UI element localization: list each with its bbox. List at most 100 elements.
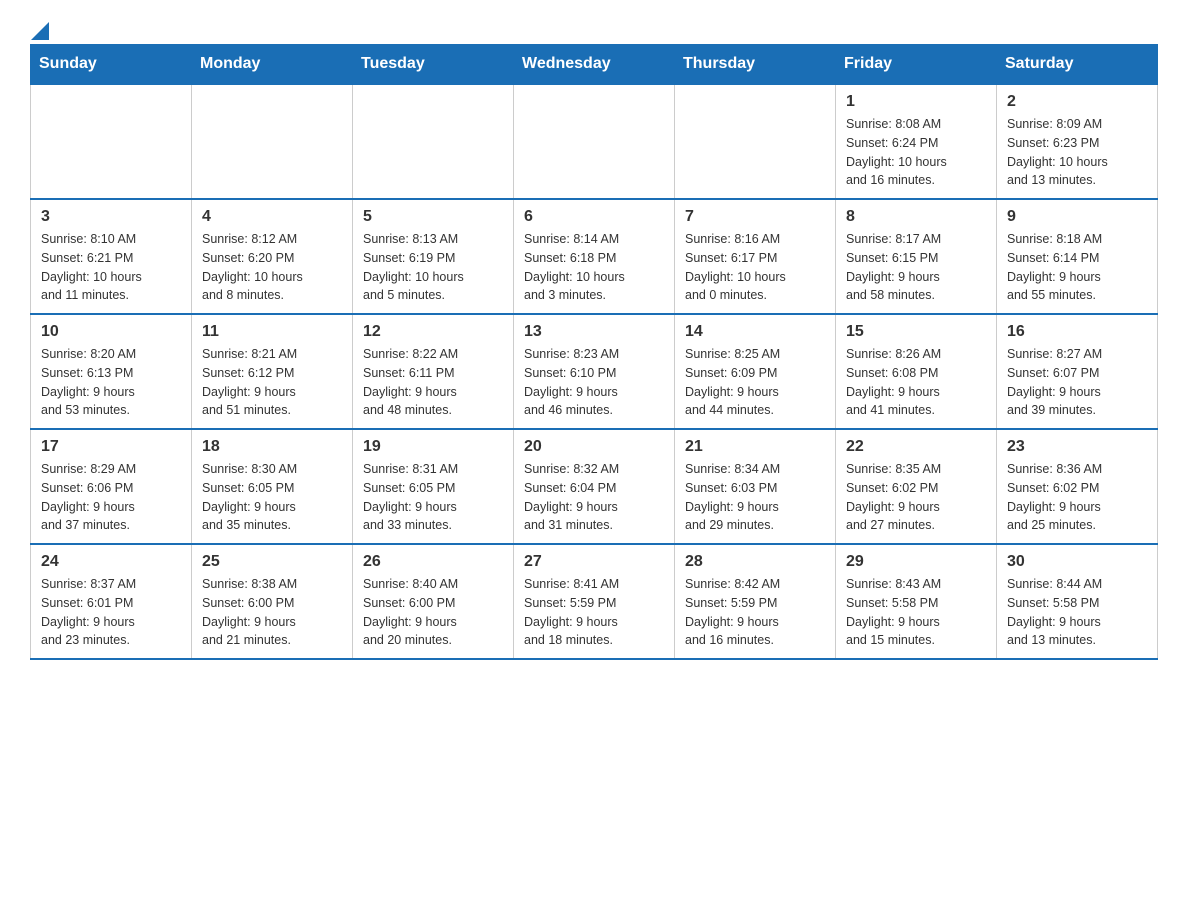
day-info: Sunrise: 8:37 AM Sunset: 6:01 PM Dayligh… <box>41 575 181 650</box>
day-number: 25 <box>202 553 342 571</box>
day-number: 20 <box>524 438 664 456</box>
day-number: 5 <box>363 208 503 226</box>
calendar-cell: 24 Sunrise: 8:37 AM Sunset: 6:01 PM Dayli… <box>31 544 192 659</box>
calendar-cell: 18 Sunrise: 8:30 AM Sunset: 6:05 PM Dayli… <box>192 429 353 544</box>
calendar-cell: 8Sunrise: 8:17 AM Sunset: 6:15 PM Daylig… <box>836 199 997 314</box>
day-info: Sunrise: 8:44 AM Sunset: 5:58 PM Dayligh… <box>1007 575 1147 650</box>
calendar-cell: 29 Sunrise: 8:43 AM Sunset: 5:58 PM Dayli… <box>836 544 997 659</box>
calendar-cell: 6 Sunrise: 8:14 AM Sunset: 6:18 PM Daylig… <box>514 199 675 314</box>
day-number: 19 <box>363 438 503 456</box>
day-number: 1 <box>846 93 986 111</box>
day-info: Sunrise: 8:10 AM Sunset: 6:21 PM Dayligh… <box>41 230 181 305</box>
week-row-3: 10 Sunrise: 8:20 AM Sunset: 6:13 PM Dayli… <box>31 314 1158 429</box>
day-info: Sunrise: 8:30 AM Sunset: 6:05 PM Dayligh… <box>202 460 342 535</box>
day-number: 17 <box>41 438 181 456</box>
day-number: 22 <box>846 438 986 456</box>
day-number: 30 <box>1007 553 1147 571</box>
day-number: 2 <box>1007 93 1147 111</box>
calendar-table: SundayMondayTuesdayWednesdayThursdayFrid… <box>30 44 1158 660</box>
day-number: 6 <box>524 208 664 226</box>
calendar-cell: 7 Sunrise: 8:16 AM Sunset: 6:17 PM Daylig… <box>675 199 836 314</box>
calendar-cell: 12 Sunrise: 8:22 AM Sunset: 6:11 PM Dayli… <box>353 314 514 429</box>
calendar-cell: 25 Sunrise: 8:38 AM Sunset: 6:00 PM Dayli… <box>192 544 353 659</box>
day-info: Sunrise: 8:26 AM Sunset: 6:08 PM Dayligh… <box>846 345 986 420</box>
day-info: Sunrise: 8:21 AM Sunset: 6:12 PM Dayligh… <box>202 345 342 420</box>
day-number: 24 <box>41 553 181 571</box>
calendar-cell: 14 Sunrise: 8:25 AM Sunset: 6:09 PM Dayli… <box>675 314 836 429</box>
calendar-cell: 5 Sunrise: 8:13 AM Sunset: 6:19 PM Daylig… <box>353 199 514 314</box>
calendar-cell: 22Sunrise: 8:35 AM Sunset: 6:02 PM Dayli… <box>836 429 997 544</box>
logo-arrow-icon <box>31 22 49 40</box>
day-info: Sunrise: 8:18 AM Sunset: 6:14 PM Dayligh… <box>1007 230 1147 305</box>
calendar-cell: 15 Sunrise: 8:26 AM Sunset: 6:08 PM Dayli… <box>836 314 997 429</box>
day-number: 12 <box>363 323 503 341</box>
weekday-header-tuesday: Tuesday <box>353 45 514 85</box>
day-info: Sunrise: 8:14 AM Sunset: 6:18 PM Dayligh… <box>524 230 664 305</box>
calendar-cell: 3Sunrise: 8:10 AM Sunset: 6:21 PM Daylig… <box>31 199 192 314</box>
calendar-cell: 30 Sunrise: 8:44 AM Sunset: 5:58 PM Dayli… <box>997 544 1158 659</box>
calendar-cell: 1 Sunrise: 8:08 AM Sunset: 6:24 PM Daylig… <box>836 84 997 199</box>
week-row-2: 3Sunrise: 8:10 AM Sunset: 6:21 PM Daylig… <box>31 199 1158 314</box>
weekday-header-wednesday: Wednesday <box>514 45 675 85</box>
day-number: 13 <box>524 323 664 341</box>
day-info: Sunrise: 8:31 AM Sunset: 6:05 PM Dayligh… <box>363 460 503 535</box>
weekday-header-row: SundayMondayTuesdayWednesdayThursdayFrid… <box>31 45 1158 85</box>
day-number: 23 <box>1007 438 1147 456</box>
day-info: Sunrise: 8:34 AM Sunset: 6:03 PM Dayligh… <box>685 460 825 535</box>
day-number: 18 <box>202 438 342 456</box>
day-info: Sunrise: 8:25 AM Sunset: 6:09 PM Dayligh… <box>685 345 825 420</box>
calendar-cell <box>514 84 675 199</box>
day-number: 16 <box>1007 323 1147 341</box>
day-info: Sunrise: 8:41 AM Sunset: 5:59 PM Dayligh… <box>524 575 664 650</box>
calendar-cell: 10 Sunrise: 8:20 AM Sunset: 6:13 PM Dayli… <box>31 314 192 429</box>
day-info: Sunrise: 8:32 AM Sunset: 6:04 PM Dayligh… <box>524 460 664 535</box>
calendar-cell <box>675 84 836 199</box>
day-info: Sunrise: 8:36 AM Sunset: 6:02 PM Dayligh… <box>1007 460 1147 535</box>
day-info: Sunrise: 8:40 AM Sunset: 6:00 PM Dayligh… <box>363 575 503 650</box>
calendar-cell: 4 Sunrise: 8:12 AM Sunset: 6:20 PM Daylig… <box>192 199 353 314</box>
calendar-cell: 2Sunrise: 8:09 AM Sunset: 6:23 PM Daylig… <box>997 84 1158 199</box>
calendar-cell: 23 Sunrise: 8:36 AM Sunset: 6:02 PM Dayli… <box>997 429 1158 544</box>
day-number: 9 <box>1007 208 1147 226</box>
page-header <box>30 20 1158 34</box>
day-number: 10 <box>41 323 181 341</box>
calendar-cell: 21 Sunrise: 8:34 AM Sunset: 6:03 PM Dayli… <box>675 429 836 544</box>
day-number: 7 <box>685 208 825 226</box>
day-number: 28 <box>685 553 825 571</box>
weekday-header-monday: Monday <box>192 45 353 85</box>
day-info: Sunrise: 8:43 AM Sunset: 5:58 PM Dayligh… <box>846 575 986 650</box>
day-number: 27 <box>524 553 664 571</box>
calendar-cell: 19 Sunrise: 8:31 AM Sunset: 6:05 PM Dayli… <box>353 429 514 544</box>
day-number: 8 <box>846 208 986 226</box>
day-info: Sunrise: 8:13 AM Sunset: 6:19 PM Dayligh… <box>363 230 503 305</box>
day-info: Sunrise: 8:12 AM Sunset: 6:20 PM Dayligh… <box>202 230 342 305</box>
calendar-cell <box>31 84 192 199</box>
calendar-cell: 11 Sunrise: 8:21 AM Sunset: 6:12 PM Dayli… <box>192 314 353 429</box>
calendar-cell: 16Sunrise: 8:27 AM Sunset: 6:07 PM Dayli… <box>997 314 1158 429</box>
calendar-cell: 28 Sunrise: 8:42 AM Sunset: 5:59 PM Dayli… <box>675 544 836 659</box>
day-number: 4 <box>202 208 342 226</box>
weekday-header-saturday: Saturday <box>997 45 1158 85</box>
day-number: 11 <box>202 323 342 341</box>
weekday-header-thursday: Thursday <box>675 45 836 85</box>
day-info: Sunrise: 8:23 AM Sunset: 6:10 PM Dayligh… <box>524 345 664 420</box>
calendar-cell: 13 Sunrise: 8:23 AM Sunset: 6:10 PM Dayli… <box>514 314 675 429</box>
calendar-cell: 9 Sunrise: 8:18 AM Sunset: 6:14 PM Daylig… <box>997 199 1158 314</box>
calendar-cell <box>353 84 514 199</box>
day-info: Sunrise: 8:16 AM Sunset: 6:17 PM Dayligh… <box>685 230 825 305</box>
calendar-cell <box>192 84 353 199</box>
day-info: Sunrise: 8:20 AM Sunset: 6:13 PM Dayligh… <box>41 345 181 420</box>
day-number: 14 <box>685 323 825 341</box>
day-info: Sunrise: 8:22 AM Sunset: 6:11 PM Dayligh… <box>363 345 503 420</box>
week-row-1: 1 Sunrise: 8:08 AM Sunset: 6:24 PM Daylig… <box>31 84 1158 199</box>
week-row-4: 17Sunrise: 8:29 AM Sunset: 6:06 PM Dayli… <box>31 429 1158 544</box>
weekday-header-sunday: Sunday <box>31 45 192 85</box>
day-number: 29 <box>846 553 986 571</box>
weekday-header-friday: Friday <box>836 45 997 85</box>
day-info: Sunrise: 8:08 AM Sunset: 6:24 PM Dayligh… <box>846 115 986 190</box>
day-number: 26 <box>363 553 503 571</box>
day-info: Sunrise: 8:42 AM Sunset: 5:59 PM Dayligh… <box>685 575 825 650</box>
day-number: 21 <box>685 438 825 456</box>
day-number: 15 <box>846 323 986 341</box>
day-info: Sunrise: 8:38 AM Sunset: 6:00 PM Dayligh… <box>202 575 342 650</box>
